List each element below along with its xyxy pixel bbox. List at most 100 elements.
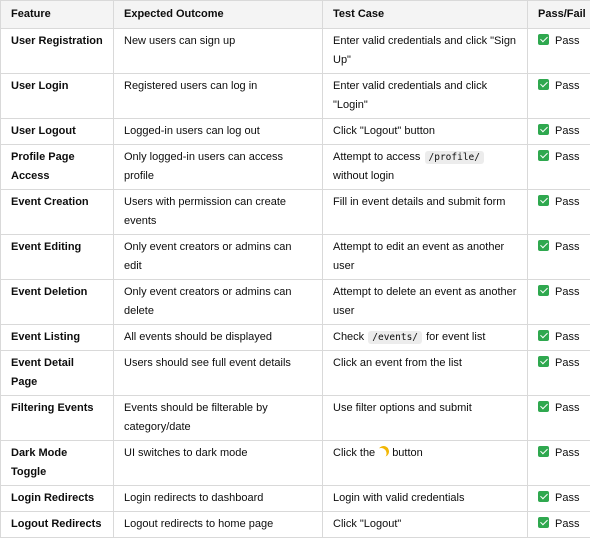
outcome-cell: Users should see full event details (114, 351, 323, 396)
feature-cell: Event Creation (1, 190, 114, 235)
inline-code: /profile/ (425, 151, 484, 164)
check-icon (538, 240, 549, 251)
check-icon (538, 79, 549, 90)
result-text: Pass (555, 286, 579, 298)
test-case-text: Attempt to access (333, 151, 420, 163)
result-text: Pass (555, 357, 579, 369)
test-case-cell: Click the button (323, 441, 528, 486)
check-icon (538, 517, 549, 528)
table-row: Logout Redirects Logout redirects to hom… (1, 512, 590, 538)
header-test-case: Test Case (323, 1, 528, 29)
test-case-cell: Check /events/ for event list (323, 325, 528, 351)
check-icon (538, 150, 549, 161)
result-cell: Pass (528, 190, 590, 235)
header-feature: Feature (1, 1, 114, 29)
outcome-cell: Logout redirects to home page (114, 512, 323, 538)
outcome-cell: Login redirects to dashboard (114, 486, 323, 512)
test-case-cell: Attempt to delete an event as another us… (323, 280, 528, 325)
outcome-cell: Only event creators or admins can delete (114, 280, 323, 325)
table-row: User Logout Logged-in users can log out … (1, 119, 590, 145)
outcome-cell: New users can sign up (114, 29, 323, 74)
feature-cell: Event Editing (1, 235, 114, 280)
check-icon (538, 285, 549, 296)
table-row: Login Redirects Login redirects to dashb… (1, 486, 590, 512)
check-icon (538, 124, 549, 135)
table-row: Filtering Events Events should be filter… (1, 396, 590, 441)
feature-cell: Event Detail Page (1, 351, 114, 396)
outcome-cell: Users with permission can create events (114, 190, 323, 235)
test-case-cell: Enter valid credentials and click "Sign … (323, 29, 528, 74)
test-case-cell: Enter valid credentials and click "Login… (323, 74, 528, 119)
feature-cell: User Registration (1, 29, 114, 74)
result-cell: Pass (528, 486, 590, 512)
check-icon (538, 446, 549, 457)
table-row: User Registration New users can sign up … (1, 29, 590, 74)
feature-cell: User Logout (1, 119, 114, 145)
test-case-text: Click the (333, 447, 375, 459)
result-cell: Pass (528, 119, 590, 145)
header-pass-fail: Pass/Fail (528, 1, 590, 29)
result-text: Pass (555, 35, 579, 47)
result-text: Pass (555, 331, 579, 343)
result-cell: Pass (528, 351, 590, 396)
check-icon (538, 356, 549, 367)
check-icon (538, 401, 549, 412)
test-case-cell: Click an event from the list (323, 351, 528, 396)
feature-cell: Filtering Events (1, 396, 114, 441)
outcome-cell: UI switches to dark mode (114, 441, 323, 486)
result-cell: Pass (528, 145, 590, 190)
feature-cell: Dark Mode Toggle (1, 441, 114, 486)
outcome-cell: Logged-in users can log out (114, 119, 323, 145)
test-case-cell: Click "Logout" (323, 512, 528, 538)
table-row: Event Creation Users with permission can… (1, 190, 590, 235)
inline-code: /events/ (368, 331, 422, 344)
result-cell: Pass (528, 396, 590, 441)
check-icon (538, 330, 549, 341)
test-case-cell: Attempt to edit an event as another user (323, 235, 528, 280)
test-case-text: without login (333, 170, 394, 182)
result-text: Pass (555, 196, 579, 208)
result-text: Pass (555, 492, 579, 504)
outcome-cell: Events should be filterable by category/… (114, 396, 323, 441)
test-case-cell: Fill in event details and submit form (323, 190, 528, 235)
header-expected-outcome: Expected Outcome (114, 1, 323, 29)
result-cell: Pass (528, 325, 590, 351)
result-cell: Pass (528, 441, 590, 486)
test-case-cell: Use filter options and submit (323, 396, 528, 441)
test-case-cell: Attempt to access /profile/ without logi… (323, 145, 528, 190)
test-case-text: button (392, 447, 423, 459)
outcome-cell: Only logged-in users can access profile (114, 145, 323, 190)
table-row: Event Editing Only event creators or adm… (1, 235, 590, 280)
feature-cell: Event Deletion (1, 280, 114, 325)
result-text: Pass (555, 151, 579, 163)
result-cell: Pass (528, 235, 590, 280)
result-text: Pass (555, 447, 579, 459)
table-row: Event Deletion Only event creators or ad… (1, 280, 590, 325)
check-icon (538, 34, 549, 45)
table-row: Dark Mode Toggle UI switches to dark mod… (1, 441, 590, 486)
moon-icon (377, 444, 391, 458)
test-case-cell: Click "Logout" button (323, 119, 528, 145)
check-icon (538, 491, 549, 502)
outcome-cell: Registered users can log in (114, 74, 323, 119)
table-row: Event Detail Page Users should see full … (1, 351, 590, 396)
result-text: Pass (555, 241, 579, 253)
feature-cell: Event Listing (1, 325, 114, 351)
outcome-cell: All events should be displayed (114, 325, 323, 351)
header-row: Feature Expected Outcome Test Case Pass/… (1, 1, 590, 29)
feature-cell: Profile Page Access (1, 145, 114, 190)
test-case-text: for event list (426, 331, 485, 343)
table-row: Event Listing All events should be displ… (1, 325, 590, 351)
outcome-cell: Only event creators or admins can edit (114, 235, 323, 280)
result-cell: Pass (528, 512, 590, 538)
result-text: Pass (555, 80, 579, 92)
table-row: User Login Registered users can log in E… (1, 74, 590, 119)
feature-cell: User Login (1, 74, 114, 119)
feature-cell: Login Redirects (1, 486, 114, 512)
check-icon (538, 195, 549, 206)
table-row: Profile Page Access Only logged-in users… (1, 145, 590, 190)
test-case-cell: Login with valid credentials (323, 486, 528, 512)
result-cell: Pass (528, 74, 590, 119)
result-text: Pass (555, 402, 579, 414)
result-text: Pass (555, 518, 579, 530)
